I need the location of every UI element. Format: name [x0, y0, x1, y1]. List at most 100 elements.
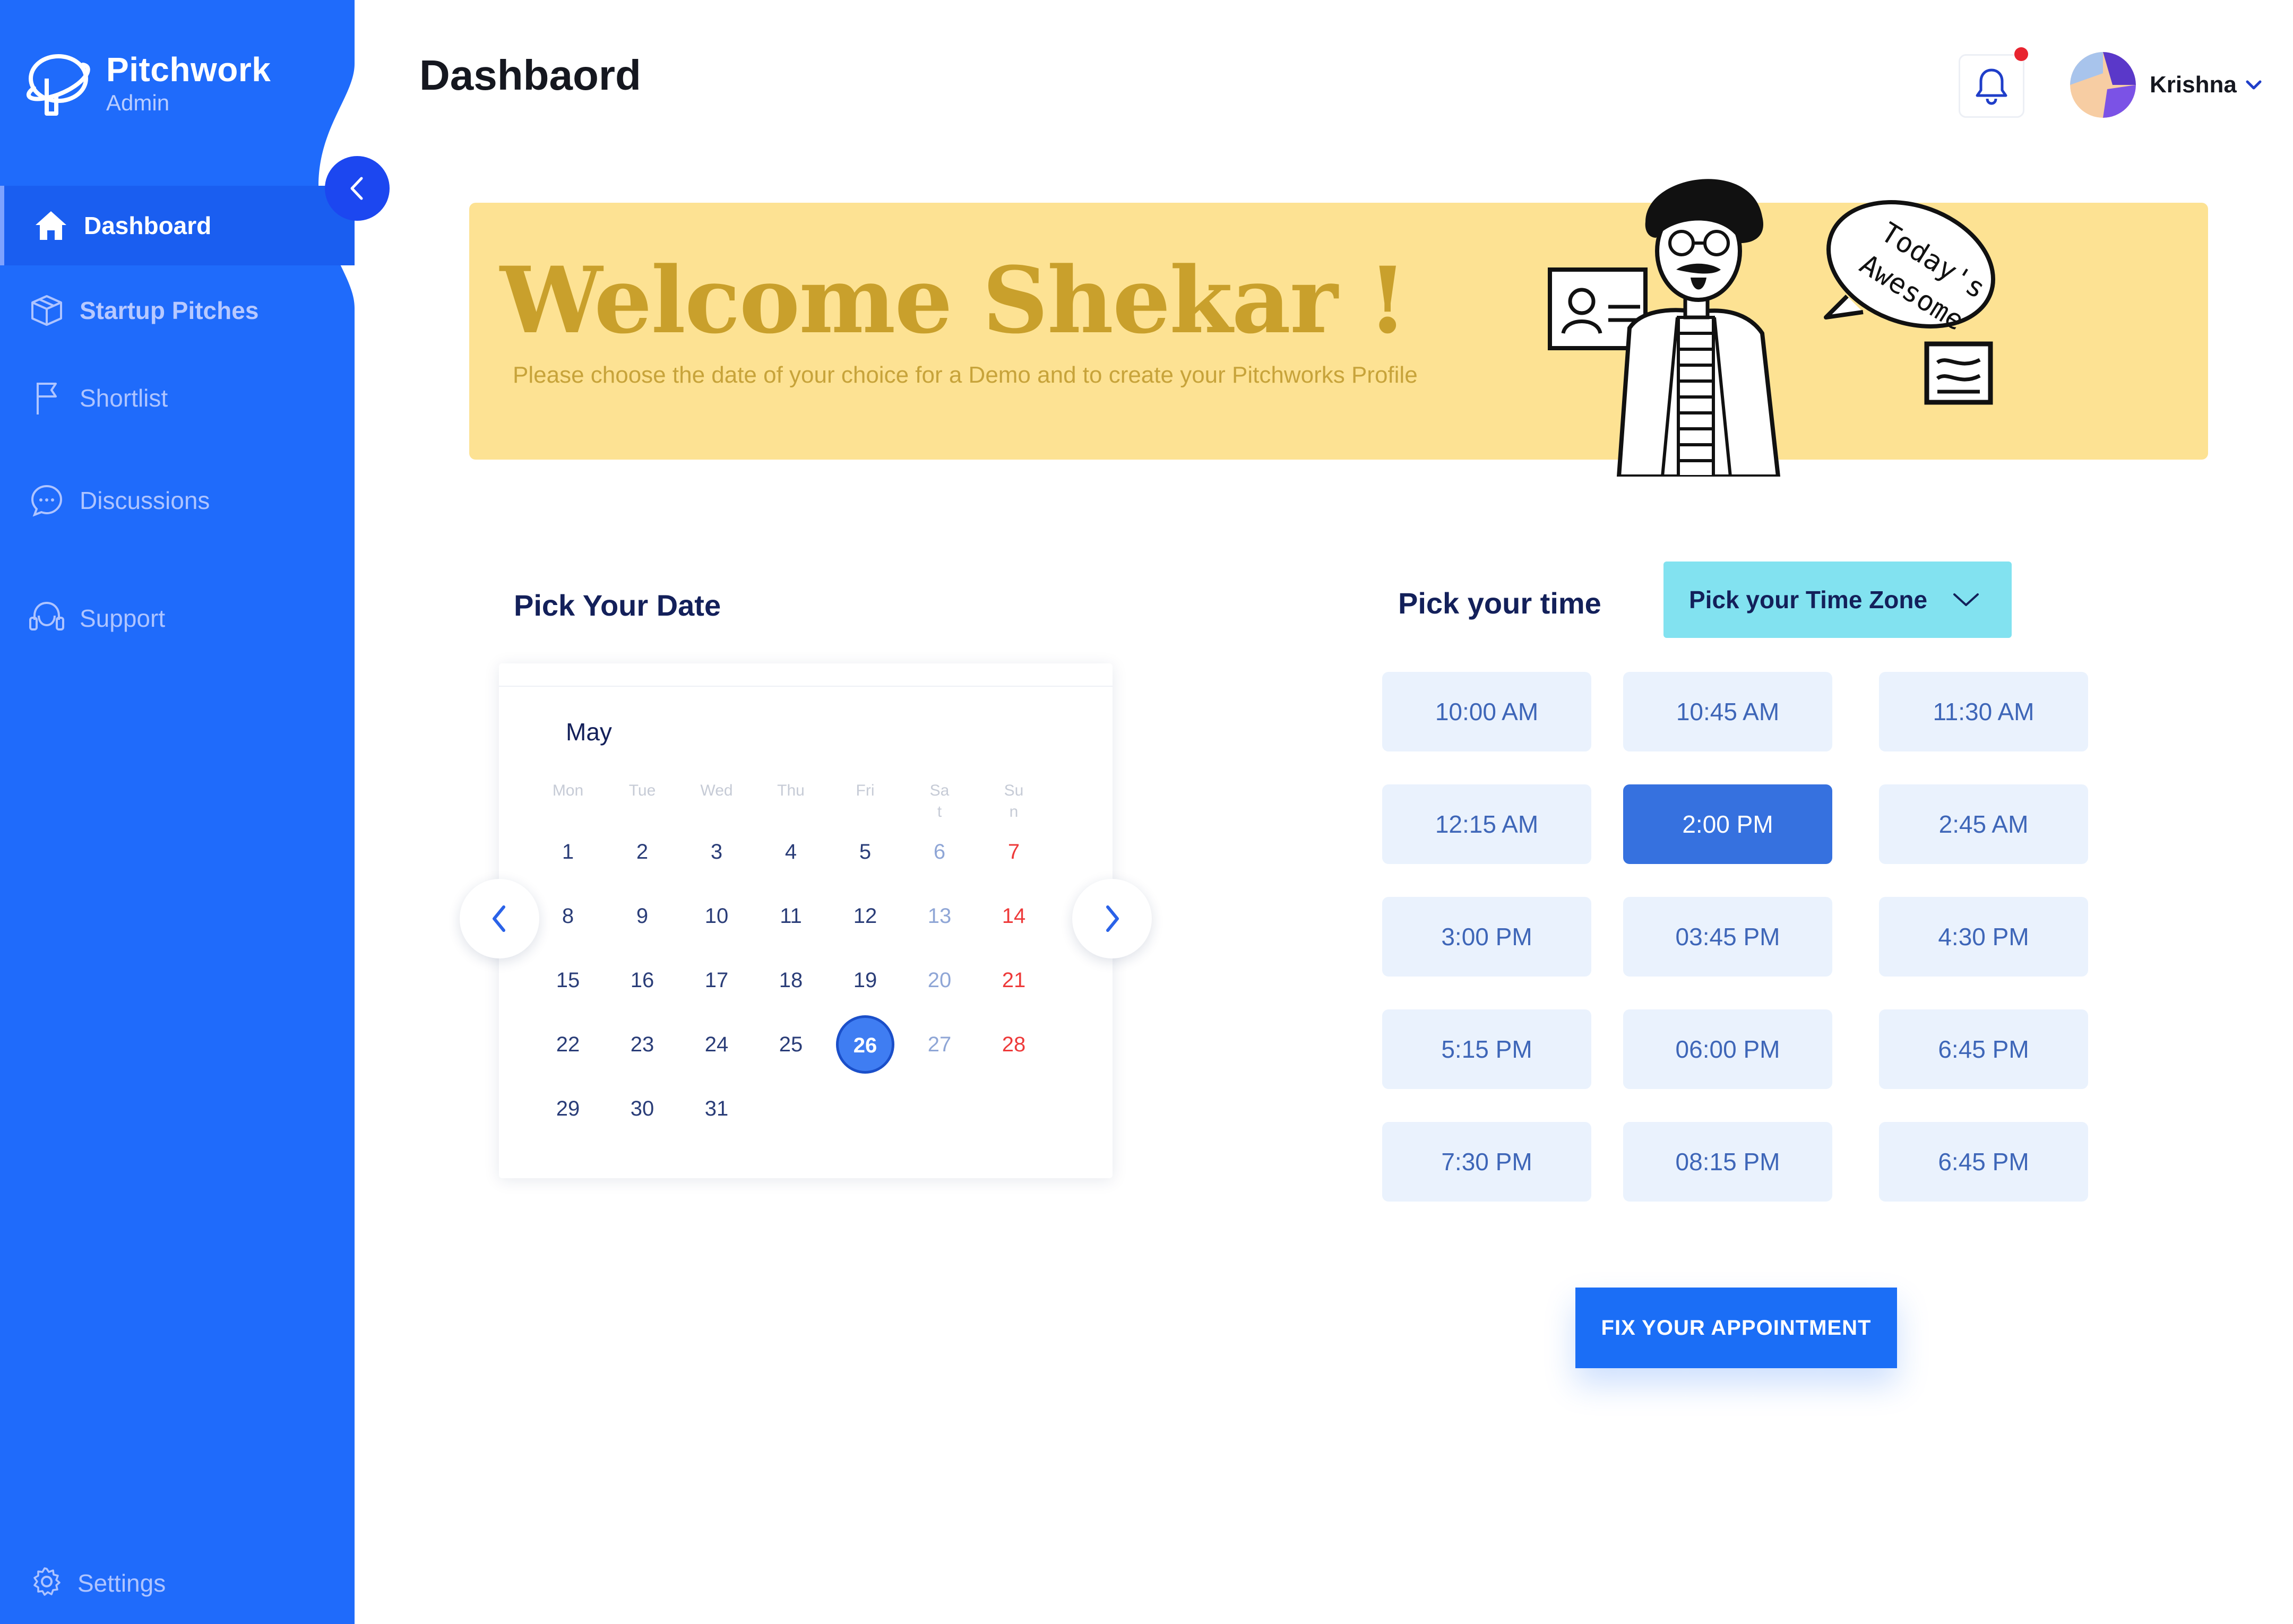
calendar-day[interactable]: 23: [605, 1015, 679, 1074]
calendar-day[interactable]: 30: [605, 1079, 679, 1138]
calendar-day[interactable]: 7: [977, 823, 1051, 881]
time-slot[interactable]: 4:30 PM: [1879, 897, 2088, 977]
calendar-weekday: Tue: [605, 780, 679, 801]
calendar-day[interactable]: 27: [902, 1015, 977, 1074]
calendar-day[interactable]: 15: [531, 951, 605, 1009]
user-menu[interactable]: Krishna: [2070, 52, 2264, 118]
calendar-next-button[interactable]: [1072, 879, 1152, 958]
chat-icon: [28, 481, 66, 520]
calendar-day[interactable]: 10: [679, 887, 754, 945]
calendar-weekday: Sa t: [902, 780, 977, 823]
calendar-day[interactable]: 18: [754, 951, 828, 1009]
home-icon: [32, 206, 70, 245]
calendar-day-label: 22: [556, 1033, 580, 1056]
calendar-day[interactable]: 1: [531, 823, 605, 881]
calendar-day-label: 30: [630, 1097, 654, 1120]
time-slot[interactable]: 06:00 PM: [1623, 1009, 1832, 1089]
calendar-day-label: 4: [785, 840, 797, 863]
chevron-down-icon: [2246, 80, 2262, 90]
calendar: May Mon Tue Wed Thu Fri Sa t Su n 1 2 3 4 5 6 7 8 9 10 11 12…: [499, 663, 1113, 1178]
sidebar-item-settings[interactable]: Settings: [0, 1550, 355, 1613]
time-slot[interactable]: 6:45 PM: [1879, 1122, 2088, 1202]
chevron-right-icon: [1106, 905, 1119, 932]
calendar-day-label: 14: [1002, 904, 1026, 928]
sidebar-item-discussions[interactable]: Discussions: [0, 461, 355, 540]
notifications-button[interactable]: [1959, 47, 2028, 118]
calendar-day-label: 31: [704, 1097, 729, 1120]
calendar-day[interactable]: 19: [828, 951, 902, 1009]
calendar-day-label: 16: [630, 969, 654, 992]
calendar-day[interactable]: 13: [902, 887, 977, 945]
calendar-day[interactable]: 28: [977, 1015, 1051, 1074]
calendar-day-label: 27: [927, 1033, 952, 1056]
calendar-day[interactable]: 25: [754, 1015, 828, 1074]
brand-name: Pitchwork: [106, 50, 271, 89]
weekday-label: n: [1009, 803, 1019, 820]
calendar-day[interactable]: 3: [679, 823, 754, 881]
calendar-weekday: Mon: [531, 780, 605, 801]
calendar-day-label: 24: [704, 1033, 729, 1056]
calendar-day[interactable]: 22: [531, 1015, 605, 1074]
calendar-day[interactable]: 2: [605, 823, 679, 881]
calendar-day[interactable]: 12: [828, 887, 902, 945]
time-slot[interactable]: 5:15 PM: [1382, 1009, 1591, 1089]
sidebar-item-dashboard[interactable]: Dashboard: [0, 186, 355, 265]
calendar-day[interactable]: 17: [679, 951, 754, 1009]
chevron-left-icon: [350, 177, 363, 200]
timezone-select[interactable]: Pick your Time Zone: [1663, 562, 2012, 638]
collapse-sidebar-button[interactable]: [325, 156, 390, 221]
time-slot[interactable]: 7:30 PM: [1382, 1122, 1591, 1202]
calendar-weekday: Fri: [828, 780, 902, 801]
time-slot[interactable]: 10:45 AM: [1623, 672, 1832, 751]
calendar-day[interactable]: 16: [605, 951, 679, 1009]
calendar-day[interactable]: 24: [679, 1015, 754, 1074]
time-slot[interactable]: 2:45 AM: [1879, 784, 2088, 864]
calendar-day-label: 12: [853, 904, 877, 928]
brand-logo[interactable]: Pitchwork Admin: [21, 46, 271, 120]
time-slot[interactable]: 03:45 PM: [1623, 897, 1832, 977]
sidebar-item-label: Shortlist: [80, 384, 168, 412]
calendar-day[interactable]: 14: [977, 887, 1051, 945]
weekday-label: Mon: [552, 782, 584, 799]
calendar-day[interactable]: 8: [531, 887, 605, 945]
time-slot[interactable]: 3:00 PM: [1382, 897, 1591, 977]
weekday-label: Wed: [700, 782, 733, 799]
time-slot[interactable]: 12:15 AM: [1382, 784, 1591, 864]
calendar-day-label: 5: [859, 840, 872, 863]
calendar-day[interactable]: 21: [977, 951, 1051, 1009]
time-slot[interactable]: 6:45 PM: [1879, 1009, 2088, 1089]
calendar-day-label: 21: [1002, 969, 1026, 992]
weekday-label: Tue: [628, 782, 656, 799]
time-slot-selected[interactable]: 2:00 PM: [1623, 784, 1832, 864]
calendar-day[interactable]: 6: [902, 823, 977, 881]
settings-label: Settings: [77, 1569, 166, 1597]
calendar-day[interactable]: 5: [828, 823, 902, 881]
calendar-day[interactable]: 20: [902, 951, 977, 1009]
calendar-prev-button[interactable]: [460, 879, 539, 958]
calendar-day-label: 1: [562, 840, 574, 863]
sidebar-item-support[interactable]: Support: [0, 578, 355, 658]
calendar-month: May: [566, 718, 612, 746]
sidebar-item-label: Dashboard: [84, 212, 212, 239]
welcome-subtitle: Please choose the date of your choice fo…: [513, 362, 1418, 388]
calendar-day[interactable]: 4: [754, 823, 828, 881]
fix-appointment-button[interactable]: FIX YOUR APPOINTMENT: [1575, 1288, 1897, 1368]
weekday-label: Sa: [929, 782, 950, 799]
calendar-weekday: Wed: [679, 780, 754, 801]
sidebar-item-shortlist[interactable]: Shortlist: [0, 358, 355, 438]
avatar: [2070, 52, 2136, 118]
calendar-day[interactable]: 31: [679, 1079, 754, 1138]
time-slot[interactable]: 11:30 AM: [1879, 672, 2088, 751]
calendar-day-label: 25: [779, 1033, 803, 1056]
time-slot[interactable]: 08:15 PM: [1623, 1122, 1832, 1202]
calendar-day-selected[interactable]: 26: [828, 1015, 902, 1074]
bell-icon: [1976, 68, 2007, 105]
sidebar-item-startup-pitches[interactable]: Startup Pitches: [0, 271, 355, 350]
calendar-day[interactable]: 29: [531, 1079, 605, 1138]
calendar-day-label: 6: [933, 840, 946, 863]
time-slot[interactable]: 10:00 AM: [1382, 672, 1591, 751]
weekday-label: Su: [1004, 782, 1024, 799]
calendar-day[interactable]: 11: [754, 887, 828, 945]
calendar-day-label: 26: [836, 1015, 894, 1074]
calendar-day[interactable]: 9: [605, 887, 679, 945]
